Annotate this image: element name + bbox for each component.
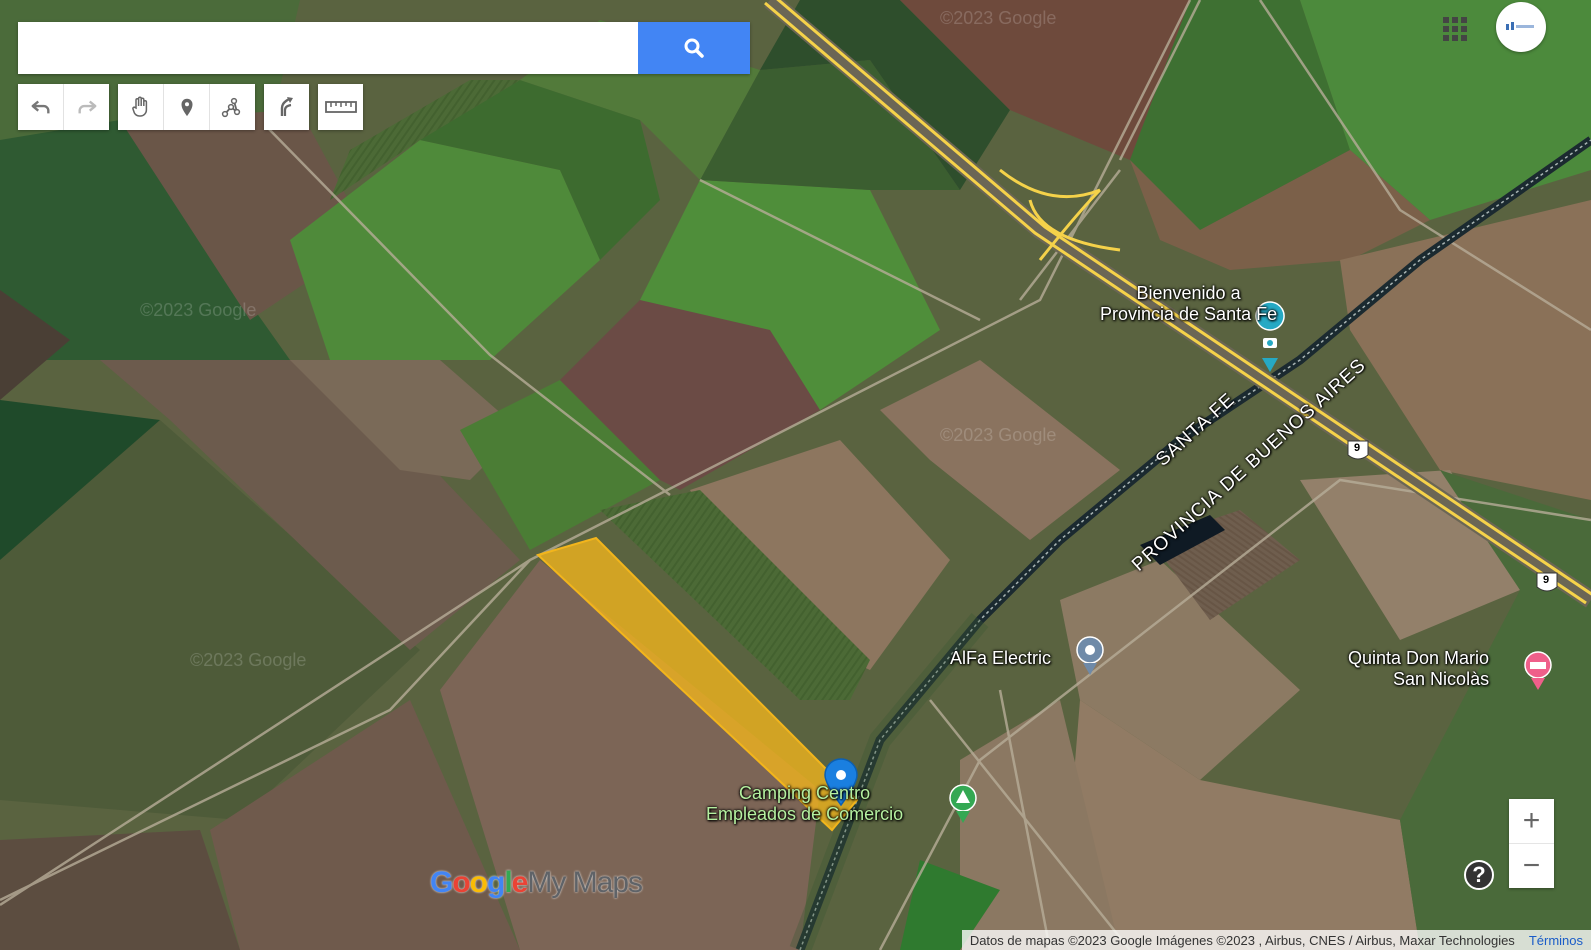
redo-icon xyxy=(77,100,96,114)
logo-letter: e xyxy=(511,866,529,899)
apps-button[interactable] xyxy=(1442,16,1468,47)
google-my-maps-logo: GoogleMy Maps xyxy=(430,866,643,900)
measure-button[interactable] xyxy=(318,84,363,130)
search-button[interactable] xyxy=(638,22,750,74)
add-marker-button[interactable] xyxy=(164,84,210,130)
apps-grid-icon xyxy=(1443,17,1467,41)
marker-icon xyxy=(181,98,192,117)
logo-letter: l xyxy=(504,866,512,899)
logo-letter: G xyxy=(430,866,453,899)
logo-my-maps: My Maps xyxy=(527,866,643,899)
map-watermark: ©2023 Google xyxy=(940,8,1057,28)
redo-button[interactable] xyxy=(64,84,109,130)
search-icon xyxy=(684,38,704,58)
directions-icon xyxy=(280,97,293,116)
map-label-alfa-electric[interactable]: AlFa Electric xyxy=(950,648,1051,669)
undo-button[interactable] xyxy=(18,84,64,130)
attribution-text: Datos de mapas ©2023 Google Imágenes ©20… xyxy=(969,932,1515,948)
map-watermark: ©2023 Google xyxy=(190,650,307,670)
zoom-in-button[interactable]: + xyxy=(1509,799,1554,843)
map-watermark: ©2023 Google xyxy=(140,300,257,320)
help-button[interactable]: ? xyxy=(1462,858,1496,892)
directions-button[interactable] xyxy=(264,84,309,130)
map-label-camping[interactable]: Camping Centro Empleados de Comercio xyxy=(706,783,903,825)
hand-icon xyxy=(131,96,147,117)
pan-tool-button[interactable] xyxy=(118,84,164,130)
map-attribution: Datos de mapas ©2023 Google Imágenes ©20… xyxy=(961,930,1591,950)
map-toolbar xyxy=(18,84,372,130)
logo-letter: g xyxy=(487,866,505,899)
map-label-bienvenido[interactable]: Bienvenido a Provincia de Santa Fe xyxy=(1100,283,1277,325)
draw-line-button[interactable] xyxy=(210,84,255,130)
logo-letter: o xyxy=(452,866,470,899)
route-shield-label: 9 xyxy=(1354,442,1361,454)
map-label-quinta-don-mario[interactable]: Quinta Don Mario San Nicolàs xyxy=(1348,648,1489,690)
zoom-out-button[interactable]: − xyxy=(1509,844,1554,888)
directions-group xyxy=(264,84,309,130)
account-avatar[interactable] xyxy=(1496,2,1546,52)
help-label: ? xyxy=(1472,862,1486,887)
draw-line-icon xyxy=(221,97,240,118)
search-input[interactable] xyxy=(18,22,638,74)
route-shield-label: 9 xyxy=(1543,574,1550,586)
measure-group xyxy=(318,84,363,130)
logo-letter: o xyxy=(469,866,488,899)
tools-group xyxy=(118,84,255,130)
terms-link[interactable]: Términos xyxy=(1529,933,1583,948)
undo-icon xyxy=(31,100,50,114)
zoom-control: + − xyxy=(1509,799,1554,888)
ruler-icon xyxy=(324,101,357,113)
avatar-logo-icon xyxy=(1506,22,1534,30)
map-watermark: ©2023 Google xyxy=(940,425,1057,445)
search-bar xyxy=(18,22,750,74)
history-group xyxy=(18,84,109,130)
